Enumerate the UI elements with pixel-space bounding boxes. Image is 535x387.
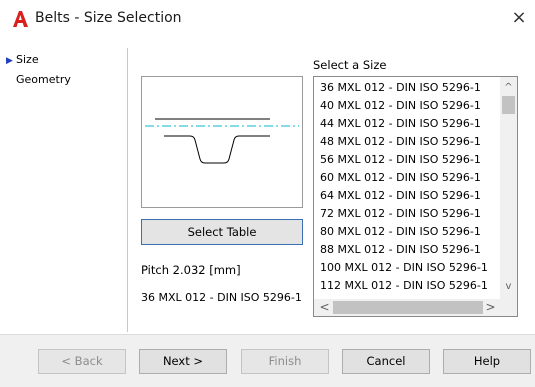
nav-divider [127, 48, 128, 332]
size-list-label: Select a Size [313, 58, 387, 72]
nav-item-label: Geometry [16, 73, 71, 86]
select-table-button[interactable]: Select Table [141, 219, 303, 245]
scroll-down-icon[interactable]: v [500, 278, 517, 295]
nav-item-size[interactable]: ▶ Size [6, 52, 39, 68]
back-button[interactable]: < Back [38, 349, 126, 374]
vertical-scroll-thumb[interactable] [502, 96, 515, 114]
next-button[interactable]: Next > [139, 349, 227, 374]
vertical-scrollbar[interactable]: ^ v [500, 77, 517, 299]
list-item[interactable]: 44 MXL 012 - DIN ISO 5296-1 [320, 115, 481, 133]
list-item[interactable]: 112 MXL 012 - DIN ISO 5296-1 [320, 277, 488, 295]
list-item[interactable]: 72 MXL 012 - DIN ISO 5296-1 [320, 205, 481, 223]
list-item[interactable]: 36 MXL 012 - DIN ISO 5296-1 [320, 79, 481, 97]
list-item[interactable]: 64 MXL 012 - DIN ISO 5296-1 [320, 187, 481, 205]
list-item[interactable]: 100 MXL 012 - DIN ISO 5296-1 [320, 259, 488, 277]
close-icon[interactable]: × [508, 8, 530, 30]
list-item[interactable]: 80 MXL 012 - DIN ISO 5296-1 [320, 223, 481, 241]
nav-item-geometry[interactable]: Geometry [16, 72, 71, 88]
scroll-right-icon[interactable]: > [482, 299, 499, 316]
title-bar: Belts - Size Selection × [0, 0, 535, 41]
pitch-value: Pitch 2.032 [mm] [141, 263, 241, 277]
window-title: Belts - Size Selection [35, 10, 182, 26]
list-item[interactable]: 48 MXL 012 - DIN ISO 5296-1 [320, 133, 481, 151]
selected-size-value: 36 MXL 012 - DIN ISO 5296-1 [141, 291, 302, 304]
nav-item-label: Size [16, 53, 39, 66]
list-item[interactable]: 60 MXL 012 - DIN ISO 5296-1 [320, 169, 481, 187]
cancel-button[interactable]: Cancel [342, 349, 430, 374]
autocad-a-icon [13, 11, 28, 27]
belt-profile-drawing [145, 118, 299, 164]
list-item[interactable]: 40 MXL 012 - DIN ISO 5296-1 [320, 97, 481, 115]
nav-selected-marker-icon: ▶ [6, 56, 13, 66]
size-list[interactable]: 36 MXL 012 - DIN ISO 5296-1 40 MXL 012 -… [313, 76, 518, 317]
scroll-up-icon[interactable]: ^ [500, 79, 517, 96]
list-item[interactable]: 56 MXL 012 - DIN ISO 5296-1 [320, 151, 481, 169]
list-item[interactable]: 88 MXL 012 - DIN ISO 5296-1 [320, 241, 481, 259]
wizard-nav: ▶ Size Geometry [0, 46, 128, 333]
finish-button[interactable]: Finish [241, 349, 329, 374]
scroll-left-icon[interactable]: < [316, 299, 333, 316]
help-button[interactable]: Help [443, 349, 531, 374]
belt-profile-preview [141, 76, 303, 208]
horizontal-scroll-thumb[interactable] [333, 301, 483, 314]
horizontal-scrollbar[interactable]: < > [314, 299, 517, 316]
